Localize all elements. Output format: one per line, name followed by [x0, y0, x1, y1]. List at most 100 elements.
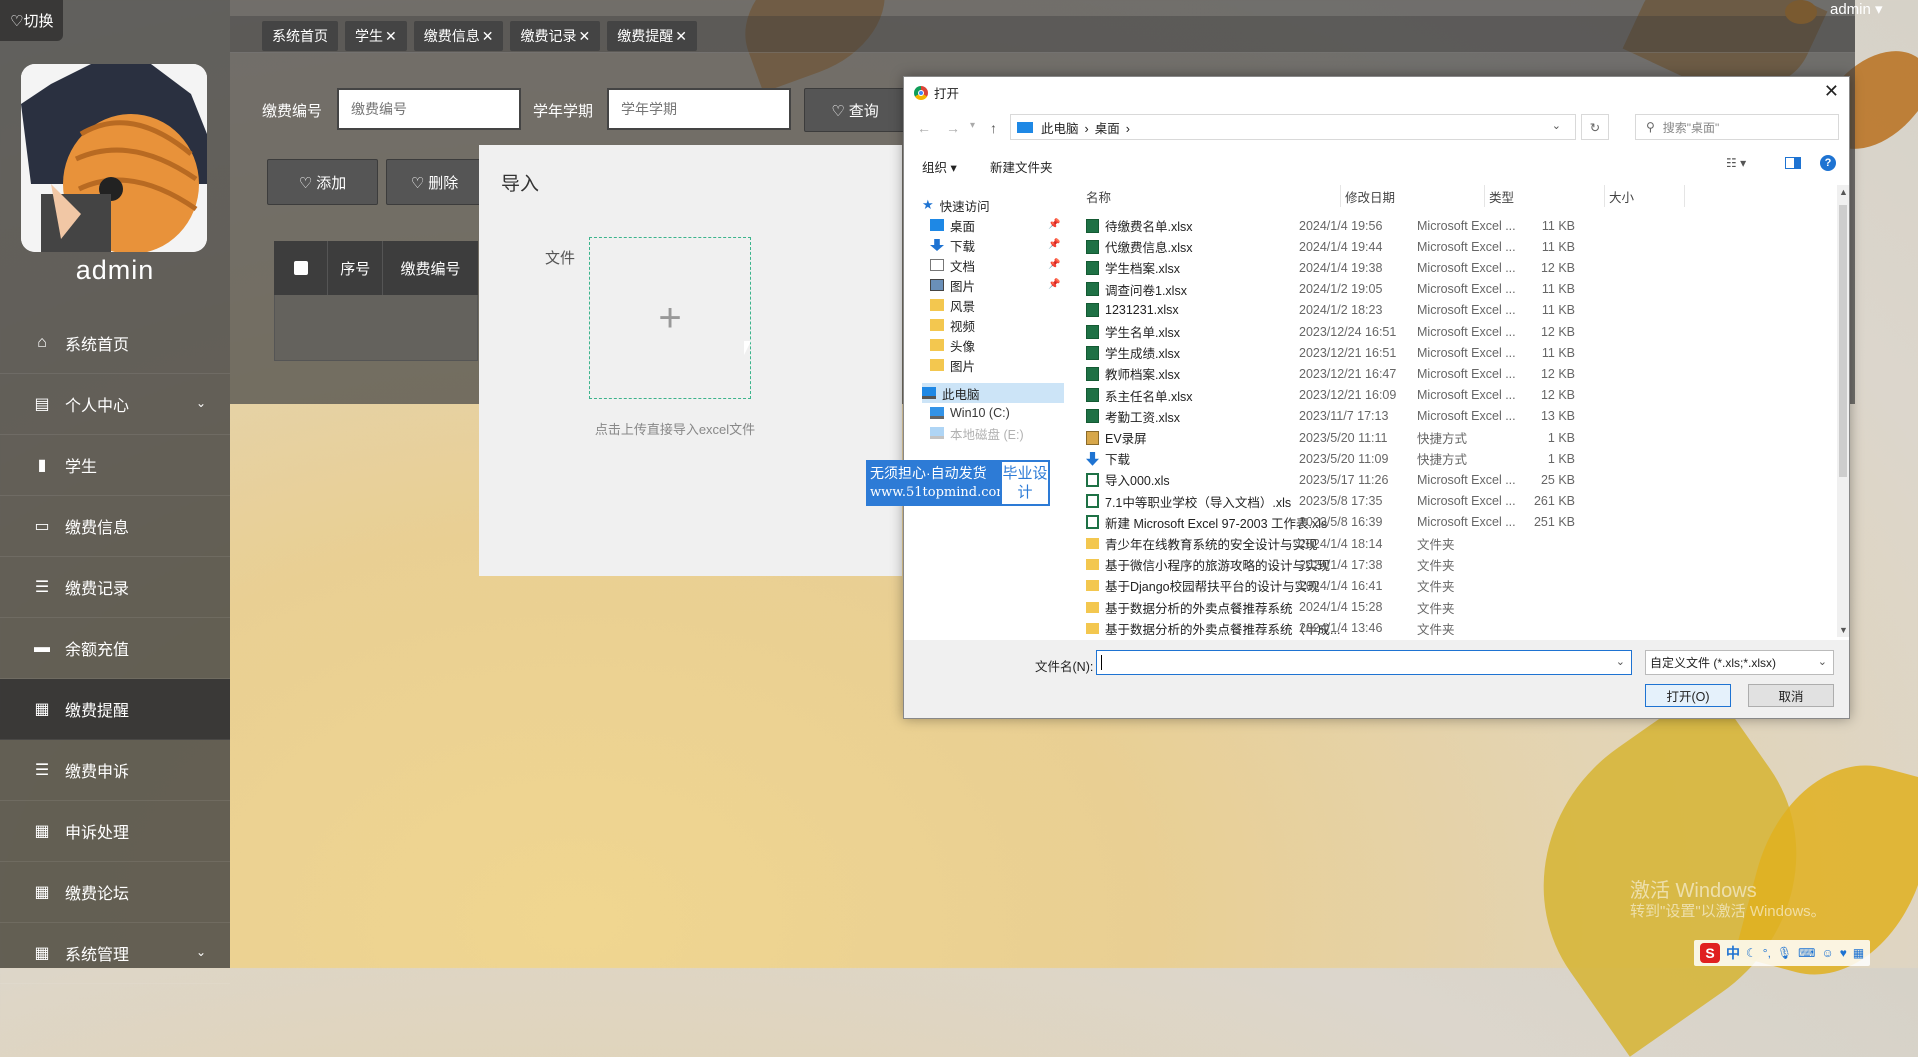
close-icon[interactable]: ✕: [385, 28, 397, 44]
skin-icon[interactable]: ♥: [1840, 946, 1847, 960]
ime-toolbar[interactable]: S 中 ☾ °, 🎙 ⌨ ☺ ♥ ▦: [1694, 940, 1871, 966]
col-date[interactable]: 修改日期: [1341, 185, 1485, 207]
file-row[interactable]: 7.1中等职业学校（导入文档）.xls 2023/5/8 17:35 Microso…: [1082, 491, 1816, 512]
chevron-right-icon[interactable]: ›: [1126, 122, 1130, 136]
file-row[interactable]: 系主任名单.xlsx 2023/12/21 16:09 Microsoft Exce…: [1082, 385, 1816, 406]
close-icon[interactable]: ✕: [578, 28, 590, 44]
tree-item[interactable]: ★ 快速访问: [922, 195, 1064, 215]
file-row[interactable]: 1231231.xlsx 2024/1/2 18:23 Microsoft Exce…: [1082, 300, 1816, 321]
tree-item[interactable]: 桌面: [930, 215, 1064, 235]
sidebar-item-3[interactable]: ▭ 缴费信息: [0, 496, 230, 557]
ad-banner[interactable]: 无须担心·自动发货 www.51topmind.com 毕业设计: [866, 460, 1050, 506]
filename-input[interactable]: ⌄: [1096, 650, 1632, 675]
add-button[interactable]: ♡ 添加: [267, 159, 378, 205]
open-button[interactable]: 打开(O): [1645, 684, 1731, 707]
file-row[interactable]: 教师档案.xlsx 2023/12/21 16:47 Microsoft Excel…: [1082, 363, 1816, 384]
close-icon[interactable]: ✕: [482, 28, 494, 44]
menu-grid-icon[interactable]: ▦: [1853, 946, 1864, 960]
refresh-icon[interactable]: ↻: [1581, 114, 1609, 140]
tree-item[interactable]: 下载: [930, 235, 1064, 255]
file-row[interactable]: EV录屏 2023/5/20 11:11 快捷方式 1 KB: [1082, 427, 1816, 448]
sidebar-item-4[interactable]: ☰ 缴费记录: [0, 557, 230, 618]
user-icon[interactable]: ☺: [1821, 946, 1833, 960]
col-size[interactable]: 大小: [1605, 185, 1685, 207]
scroll-up-icon[interactable]: ▲: [1839, 187, 1848, 197]
close-icon[interactable]: ✕: [1824, 81, 1839, 102]
tab-3[interactable]: 缴费记录 ✕: [510, 21, 601, 51]
file-row[interactable]: 基于数据分析的外卖点餐推荐系统（半成... 2024/1/4 13:46 文件夹: [1082, 618, 1816, 635]
sidebar-item-10[interactable]: ▦ 系统管理 ⌄: [0, 923, 230, 984]
tree-item[interactable]: 文档: [930, 255, 1064, 275]
col-name[interactable]: 名称: [1082, 185, 1341, 207]
sidebar-item-1[interactable]: ▤ 个人中心 ⌄: [0, 374, 230, 435]
up-icon[interactable]: ↑: [990, 120, 997, 136]
punctuation-icon[interactable]: °,: [1763, 946, 1771, 960]
file-row[interactable]: 导入000.xls 2023/5/17 11:26 Microsoft Excel …: [1082, 469, 1816, 490]
tree-item[interactable]: 图片: [930, 275, 1064, 295]
mic-icon[interactable]: 🎙: [1777, 946, 1792, 960]
file-row[interactable]: 基于微信小程序的旅游攻略的设计与实现 2024/1/4 17:38 文件夹: [1082, 554, 1816, 575]
keyboard-icon[interactable]: ⌨: [1798, 946, 1815, 960]
col-type[interactable]: 类型: [1485, 185, 1605, 207]
address-bar[interactable]: 此电脑 › 桌面 › ⌄: [1010, 114, 1576, 140]
help-icon[interactable]: ?: [1820, 155, 1836, 171]
preview-pane-icon[interactable]: [1785, 157, 1801, 169]
file-row[interactable]: 新建 Microsoft Excel 97-2003 工作表.xls 2023/5…: [1082, 512, 1816, 533]
sidebar-item-9[interactable]: ▦ 缴费论坛: [0, 862, 230, 923]
delete-button[interactable]: ♡ 删除: [386, 159, 483, 205]
ime-language[interactable]: 中: [1726, 943, 1740, 963]
view-options-icon[interactable]: ☷ ▾: [1726, 156, 1746, 170]
recent-dropdown-icon[interactable]: ▾: [970, 120, 975, 131]
sidebar-item-6[interactable]: ▦ 缴费提醒: [0, 679, 230, 740]
file-row[interactable]: 待缴费名单.xlsx 2024/1/4 19:56 Microsoft Excel …: [1082, 215, 1816, 236]
moon-icon[interactable]: ☾: [1746, 946, 1757, 960]
forward-icon[interactable]: →: [946, 120, 960, 136]
tree-item[interactable]: 视频: [930, 315, 1064, 335]
chevron-down-icon[interactable]: ⌄: [1552, 119, 1561, 132]
file-row[interactable]: 代缴费信息.xlsx 2024/1/4 19:44 Microsoft Excel …: [1082, 236, 1816, 257]
sidebar-item-8[interactable]: ▦ 申诉处理: [0, 801, 230, 862]
fee-no-input[interactable]: [337, 88, 521, 130]
file-row[interactable]: 学生成绩.xlsx 2023/12/21 16:51 Microsoft Excel…: [1082, 342, 1816, 363]
tree-item[interactable]: 本地磁盘 (E:): [930, 423, 1064, 443]
tab-0[interactable]: 系统首页: [262, 21, 338, 51]
close-icon[interactable]: ✕: [675, 28, 687, 44]
file-row[interactable]: 下载 2023/5/20 11:09 快捷方式 1 KB: [1082, 448, 1816, 469]
chevron-down-icon[interactable]: ⌄: [1616, 655, 1625, 668]
select-all-cell[interactable]: [274, 241, 329, 295]
filetype-select[interactable]: 自定义文件 (*.xls;*.xlsx) ⌄: [1645, 650, 1834, 675]
switch-button[interactable]: ♡切换: [0, 0, 64, 41]
file-row[interactable]: 基于数据分析的外卖点餐推荐系统 2024/1/4 15:28 文件夹: [1082, 597, 1816, 618]
tab-4[interactable]: 缴费提醒 ✕: [607, 21, 697, 51]
sidebar-item-0[interactable]: ⌂ 系统首页: [0, 313, 230, 374]
file-row[interactable]: 调查问卷1.xlsx 2024/1/2 19:05 Microsoft Excel …: [1082, 279, 1816, 300]
select-all-checkbox[interactable]: [293, 261, 308, 275]
tree-item[interactable]: Win10 (C:): [930, 403, 1064, 423]
breadcrumb-item[interactable]: 桌面: [1095, 122, 1120, 136]
tree-item[interactable]: 图片: [930, 355, 1064, 375]
sidebar-item-2[interactable]: ▮ 学生: [0, 435, 230, 496]
file-row[interactable]: 学生档案.xlsx 2024/1/4 19:38 Microsoft Excel .…: [1082, 257, 1816, 278]
term-input[interactable]: [607, 88, 791, 130]
tree-item[interactable]: 头像: [930, 335, 1064, 355]
cancel-button[interactable]: 取消: [1748, 684, 1834, 707]
scrollbar[interactable]: ▲ ▼: [1837, 185, 1849, 637]
upload-dropzone[interactable]: +: [589, 237, 751, 399]
scroll-down-icon[interactable]: ▼: [1839, 625, 1848, 635]
chevron-right-icon[interactable]: ›: [1085, 122, 1089, 136]
tab-2[interactable]: 缴费信息 ✕: [413, 21, 504, 51]
organize-menu[interactable]: 组织 ▾: [922, 157, 957, 176]
breadcrumb-item[interactable]: 此电脑: [1041, 122, 1079, 136]
sidebar-item-5[interactable]: ▬ 余额充值: [0, 618, 230, 679]
user-avatar-small[interactable]: [1785, 0, 1817, 24]
file-row[interactable]: 基于Django校园帮扶平台的设计与实现 2024/1/4 16:41 文件夹: [1082, 575, 1816, 596]
sogou-icon[interactable]: S: [1700, 943, 1720, 963]
file-row[interactable]: 青少年在线教育系统的安全设计与实现 2024/1/4 18:14 文件夹: [1082, 533, 1816, 554]
folder-search-input[interactable]: ⚲ 搜索"桌面": [1635, 114, 1839, 140]
file-row[interactable]: 考勤工资.xlsx 2023/11/7 17:13 Microsoft Excel …: [1082, 406, 1816, 427]
chevron-down-icon[interactable]: ⌄: [1818, 655, 1827, 668]
new-folder-button[interactable]: 新建文件夹: [990, 157, 1053, 176]
scrollbar-thumb[interactable]: [1839, 205, 1847, 477]
tab-1[interactable]: 学生 ✕: [345, 21, 407, 51]
file-row[interactable]: 学生名单.xlsx 2023/12/24 16:51 Microsoft Excel…: [1082, 321, 1816, 342]
